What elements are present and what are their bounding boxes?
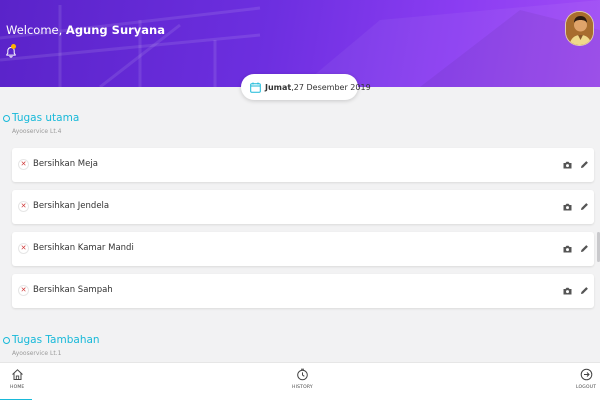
- section-title-text: Tugas utama: [12, 112, 80, 124]
- pencil-icon[interactable]: [580, 160, 589, 169]
- nav-logout[interactable]: LOGOUT: [576, 368, 596, 390]
- pencil-icon[interactable]: [580, 244, 589, 253]
- nav-home[interactable]: HOME: [10, 368, 24, 390]
- logout-icon: [580, 368, 592, 381]
- welcome-prefix: Welcome,: [6, 23, 63, 37]
- section-bullet-icon: [3, 114, 10, 122]
- close-icon[interactable]: ✕: [18, 285, 29, 296]
- section-subtitle-main: Ayooservice Lt.4: [12, 128, 62, 135]
- history-icon: [297, 368, 308, 381]
- task-item[interactable]: ✕ Bersihkan Jendela: [12, 190, 594, 224]
- section-subtitle-extra: Ayooservice Lt.1: [12, 350, 62, 357]
- camera-icon[interactable]: [563, 287, 572, 295]
- user-name: Agung Suryana: [65, 23, 166, 37]
- task-item[interactable]: ✕ Bersihkan Sampah: [12, 274, 594, 308]
- section-title-main: Tugas utama: [3, 112, 79, 124]
- date-day: Jumat: [265, 82, 292, 92]
- camera-icon[interactable]: [563, 245, 572, 253]
- bottom-navigation: HOME HISTORY LOGOUT: [0, 362, 600, 400]
- notification-badge: [11, 44, 16, 49]
- home-icon: [11, 369, 23, 380]
- section-title-text: Tugas Tambahan: [12, 334, 100, 346]
- user-avatar[interactable]: [565, 11, 594, 46]
- task-item[interactable]: ✕ Bersihkan Kamar Mandi: [12, 232, 594, 266]
- avatar-image: [566, 12, 593, 45]
- section-bullet-icon: [3, 336, 10, 344]
- nav-logout-label: LOGOUT: [576, 385, 597, 390]
- date-display[interactable]: Jumat ,27 Desember 2019: [241, 74, 371, 100]
- close-icon[interactable]: ✕: [18, 159, 29, 170]
- welcome-text: Welcome, Agung Suryana: [6, 23, 165, 37]
- task-label: Bersihkan Jendela: [33, 201, 110, 211]
- close-icon[interactable]: ✕: [18, 243, 29, 254]
- camera-icon[interactable]: [563, 161, 572, 169]
- section-title-extra: Tugas Tambahan: [3, 334, 100, 346]
- date-text: ,27 Desember 2019: [291, 82, 371, 92]
- close-icon[interactable]: ✕: [18, 201, 29, 212]
- task-item[interactable]: ✕ Bersihkan Meja: [12, 148, 594, 182]
- task-label: Bersihkan Meja: [33, 159, 98, 169]
- pencil-icon[interactable]: [580, 286, 589, 295]
- pencil-icon[interactable]: [580, 202, 589, 211]
- nav-history[interactable]: HISTORY: [292, 368, 313, 390]
- task-label: Bersihkan Kamar Mandi: [33, 243, 134, 253]
- task-label: Bersihkan Sampah: [33, 285, 113, 295]
- nav-home-label: HOME: [10, 385, 25, 390]
- camera-icon[interactable]: [563, 203, 572, 211]
- nav-history-label: HISTORY: [292, 385, 313, 390]
- calendar-icon: [250, 82, 261, 93]
